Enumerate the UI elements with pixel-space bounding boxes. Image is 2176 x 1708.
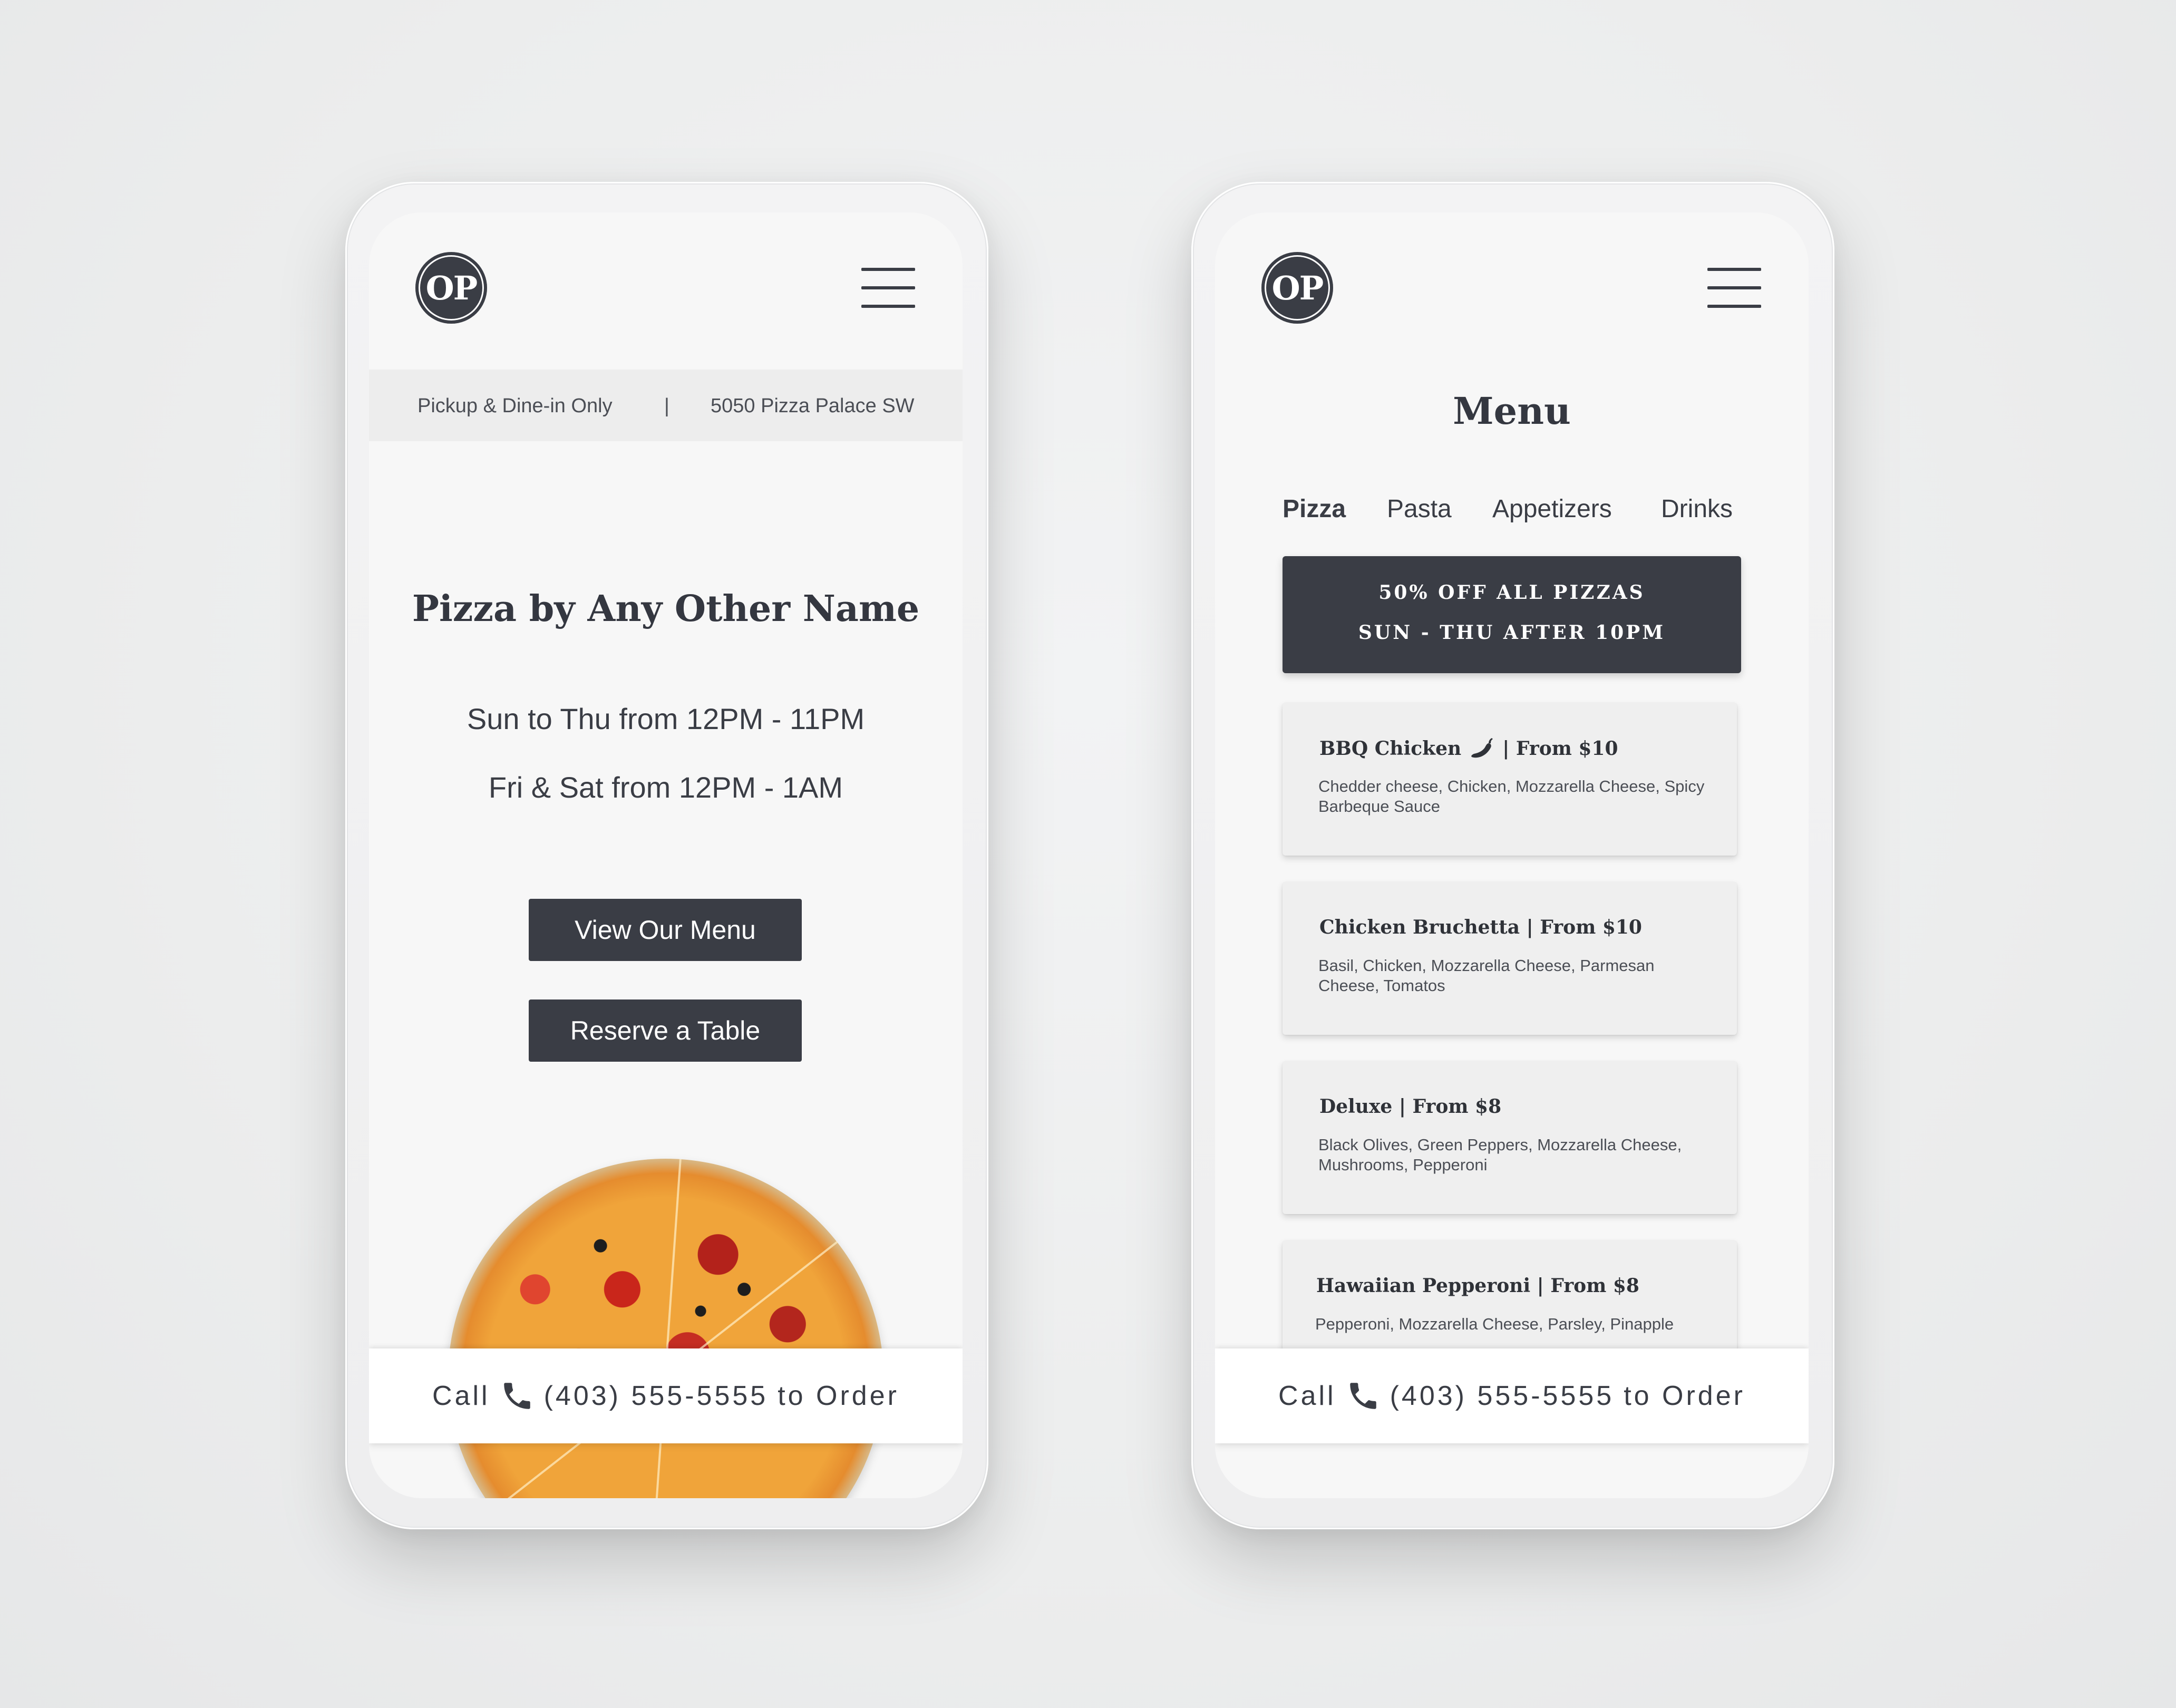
- reserve-table-button[interactable]: Reserve a Table: [529, 999, 802, 1062]
- menu-item-card[interactable]: Chicken Bruchetta | From $10 Basil, Chic…: [1283, 882, 1737, 1035]
- menu-item-name: Chicken Bruchetta | From $10: [1319, 916, 1642, 938]
- home-screen: OP Pickup & Dine-in Only | 5050 Pizza Pa…: [369, 212, 963, 1498]
- menu-item-name: Deluxe | From $8: [1319, 1095, 1502, 1118]
- pizza-image: [448, 1159, 883, 1498]
- tab-pizza[interactable]: Pizza: [1283, 494, 1346, 523]
- call-to-order-bar[interactable]: Call (403) 555-5555 to Order: [1215, 1348, 1809, 1443]
- tab-drinks[interactable]: Drinks: [1661, 494, 1733, 523]
- phone-icon: [1346, 1379, 1381, 1413]
- phone-number: (403) 555-5555: [1390, 1381, 1615, 1411]
- menu-item-description: Basil, Chicken, Mozzarella Cheese, Parme…: [1318, 956, 1655, 995]
- top-navigation: OP: [1215, 212, 1809, 371]
- menu-item-card[interactable]: Deluxe | From $8 Black Olives, Green Pep…: [1283, 1061, 1737, 1214]
- menu-item-name: Hawaiian Pepperoni | From $8: [1316, 1275, 1639, 1297]
- promo-line-2: SUN - THU AFTER 10PM: [1358, 622, 1666, 644]
- hours-weekday: Sun to Thu from 12PM - 11PM: [467, 702, 865, 735]
- phone-mockup-menu: OP Menu Pizza Pasta Appetizers Drinks 50…: [1191, 182, 1834, 1529]
- item-title: BBQ Chicken: [1319, 737, 1462, 760]
- info-bar: Pickup & Dine-in Only | 5050 Pizza Palac…: [369, 370, 963, 441]
- call-label: Call: [1278, 1381, 1336, 1411]
- call-to-order-bar[interactable]: Call (403) 555-5555 to Order: [369, 1348, 963, 1443]
- menu-item-description: Pepperoni, Mozzarella Cheese, Parsley, P…: [1315, 1315, 1674, 1333]
- phone-number: (403) 555-5555: [543, 1381, 769, 1411]
- info-separator: |: [664, 395, 669, 417]
- menu-category-tabs: Pizza Pasta Appetizers Drinks: [1283, 494, 1746, 531]
- call-label: Call: [432, 1381, 490, 1411]
- top-navigation: OP: [369, 212, 963, 371]
- hours-weekend: Fri & Sat from 12PM - 1AM: [488, 771, 843, 804]
- menu-item-description: Chedder cheese, Chicken, Mozzarella Chee…: [1318, 777, 1705, 816]
- menu-screen: OP Menu Pizza Pasta Appetizers Drinks 50…: [1215, 212, 1809, 1498]
- item-price: | From $10: [1502, 737, 1618, 760]
- tab-pasta[interactable]: Pasta: [1387, 494, 1452, 523]
- phone-icon: [500, 1379, 535, 1413]
- phone-mockup-home: OP Pickup & Dine-in Only | 5050 Pizza Pa…: [345, 182, 988, 1529]
- hero-title: Pizza by Any Other Name: [412, 588, 920, 630]
- page-title: Menu: [1453, 389, 1571, 433]
- logo[interactable]: OP: [415, 252, 487, 324]
- logo[interactable]: OP: [1261, 252, 1333, 324]
- menu-item-card[interactable]: BBQ Chicken | From $10 Chedder cheese, C…: [1283, 703, 1737, 856]
- call-suffix: to Order: [778, 1381, 899, 1411]
- hamburger-menu-icon[interactable]: [861, 268, 915, 308]
- promo-banner: 50% OFF ALL PIZZAS SUN - THU AFTER 10PM: [1283, 556, 1741, 673]
- promo-line-1: 50% OFF ALL PIZZAS: [1378, 581, 1645, 604]
- chili-pepper-icon: [1469, 737, 1496, 760]
- call-suffix: to Order: [1624, 1381, 1745, 1411]
- address[interactable]: 5050 Pizza Palace SW: [711, 395, 915, 418]
- view-menu-button[interactable]: View Our Menu: [529, 899, 802, 961]
- service-type: Pickup & Dine-in Only: [417, 395, 613, 417]
- menu-item-name: BBQ Chicken | From $10: [1319, 737, 1618, 760]
- menu-item-description: Black Olives, Green Peppers, Mozzarella …: [1318, 1136, 1682, 1174]
- tab-appetizers[interactable]: Appetizers: [1492, 494, 1612, 523]
- hamburger-menu-icon[interactable]: [1707, 268, 1761, 308]
